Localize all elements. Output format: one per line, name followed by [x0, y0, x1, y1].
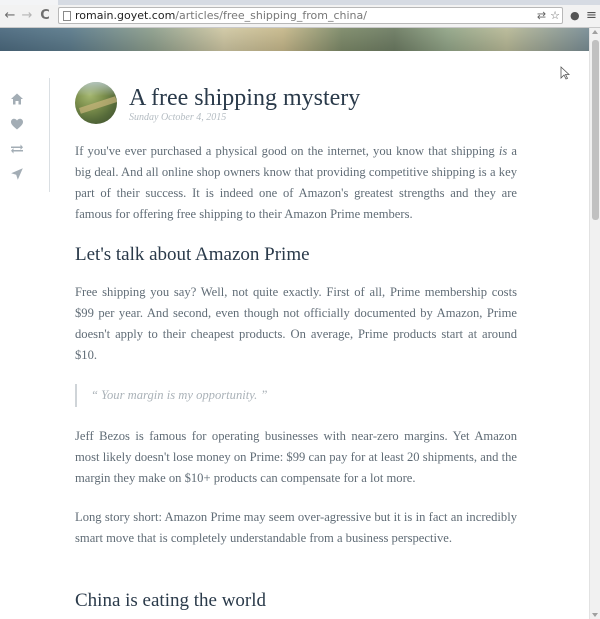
- back-arrow-icon[interactable]: ←: [2, 7, 18, 24]
- author-avatar: [75, 82, 117, 124]
- scrollbar-thumb[interactable]: [592, 40, 599, 220]
- article-paragraph: Free shipping you say? Well, not quite e…: [75, 285, 517, 362]
- side-nav: [10, 92, 24, 192]
- heart-icon[interactable]: [10, 117, 24, 131]
- address-text[interactable]: romain.goyet.com/articles/free_shipping_…: [75, 9, 367, 23]
- browser-toolbar: ← → C romain.goyet.com/articles/free_shi…: [0, 5, 600, 28]
- article-date: Sunday October 4, 2015: [129, 112, 227, 123]
- scroll-up-icon[interactable]: [592, 30, 598, 34]
- reload-icon[interactable]: C: [37, 7, 53, 24]
- page-icon: [63, 11, 71, 21]
- pull-quote: “ Your margin is my opportunity. ”: [75, 384, 515, 407]
- address-bar[interactable]: romain.goyet.com/articles/free_shipping_…: [58, 7, 563, 24]
- url-host: romain.goyet.com: [75, 9, 176, 22]
- scrollbar[interactable]: [589, 28, 600, 619]
- section-heading: China is eating the world: [75, 590, 267, 611]
- send-icon[interactable]: [10, 167, 24, 181]
- retweet-icon[interactable]: [10, 142, 24, 156]
- intro-text-1: If you've ever purchased a physical good…: [75, 144, 499, 158]
- extension-bulb-icon[interactable]: ●: [570, 8, 580, 24]
- intro-emphasis: is: [498, 144, 508, 158]
- bookmark-star-icon[interactable]: ☆: [550, 9, 560, 23]
- url-path: /articles/free_shipping_from_china/: [175, 9, 367, 22]
- article-title: A free shipping mystery: [129, 85, 361, 111]
- header-banner-image: [0, 28, 589, 51]
- address-bar-actions: ⇄ ☆: [533, 9, 560, 23]
- home-icon[interactable]: [10, 92, 24, 106]
- article-paragraph: Long story short: Amazon Prime may seem …: [75, 510, 517, 545]
- scroll-down-icon[interactable]: [592, 613, 598, 617]
- article-paragraph: Jeff Bezos is famous for operating busin…: [75, 429, 517, 485]
- side-nav-divider: [49, 78, 50, 192]
- section-heading: Let's talk about Amazon Prime: [75, 244, 310, 265]
- mouse-cursor-icon: [560, 66, 570, 80]
- forward-arrow-icon[interactable]: →: [19, 7, 35, 24]
- translate-icon[interactable]: ⇄: [537, 9, 546, 23]
- menu-icon[interactable]: ≡: [586, 8, 597, 24]
- article-paragraph: If you've ever purchased a physical good…: [75, 141, 517, 225]
